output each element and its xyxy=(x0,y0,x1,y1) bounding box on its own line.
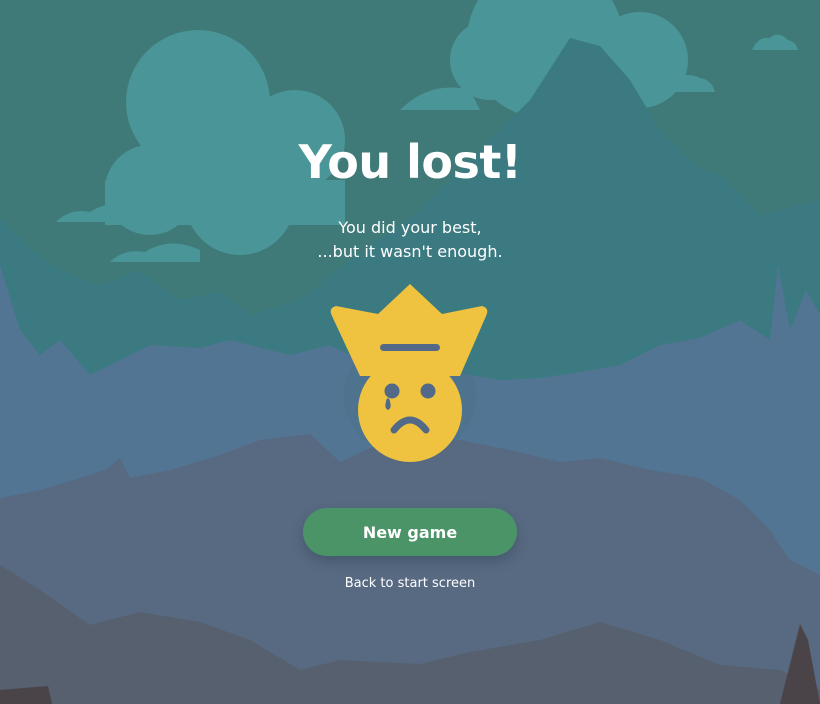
back-to-start-link[interactable]: Back to start screen xyxy=(0,575,820,593)
new-game-button[interactable]: New game xyxy=(303,508,517,556)
result-message: You did your best, ...but it wasn't enou… xyxy=(0,216,820,264)
result-message-line-1: You did your best, xyxy=(338,218,482,237)
game-over-screen: You lost! You did your best, ...but it w… xyxy=(0,0,820,704)
crying-king-icon xyxy=(330,284,488,462)
page-title: You lost! xyxy=(298,135,522,189)
sad-face-icon xyxy=(358,358,462,462)
result-message-line-2: ...but it wasn't enough. xyxy=(317,242,503,261)
